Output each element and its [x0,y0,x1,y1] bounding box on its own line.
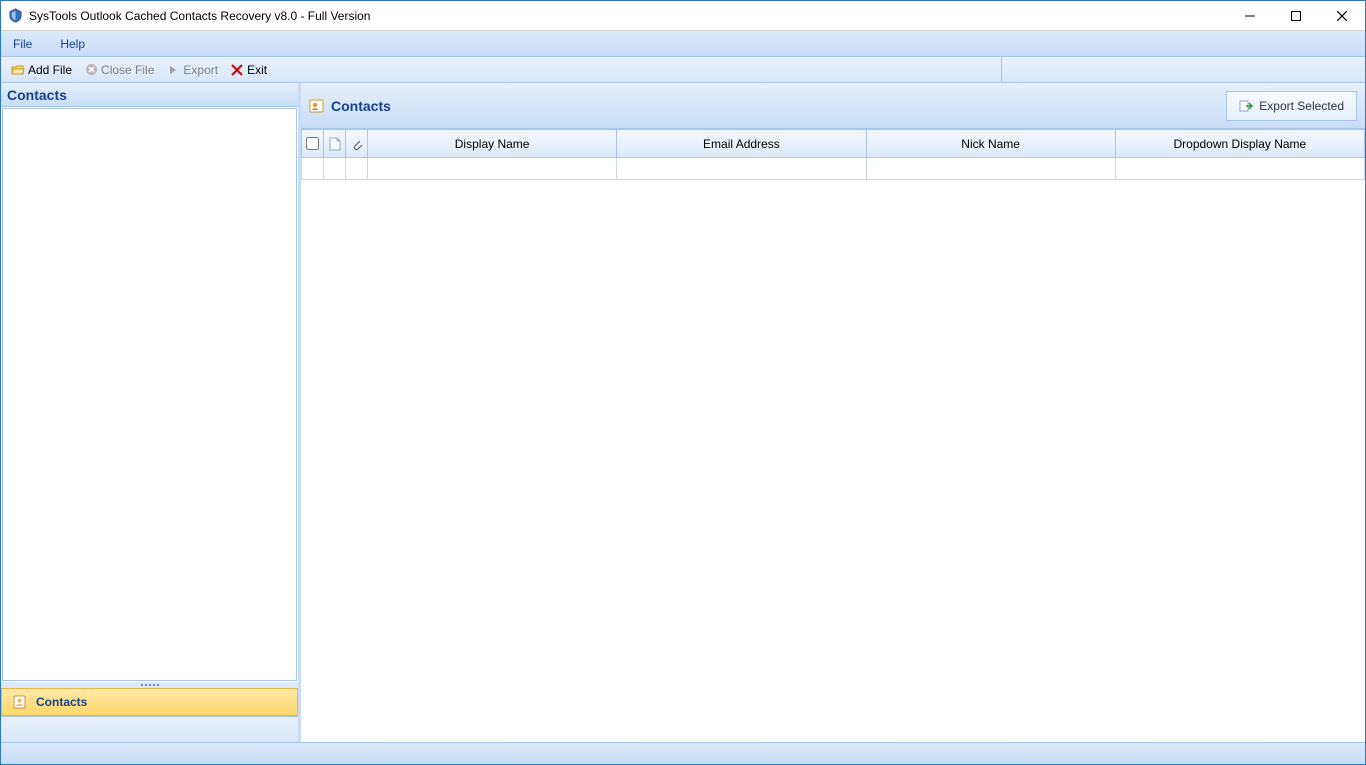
col-header-attachment-icon[interactable] [346,130,368,158]
col-header-type-icon[interactable] [324,130,346,158]
col-header-nick[interactable]: Nick Name [866,130,1115,158]
export-button: Export [160,61,224,79]
maximize-button[interactable] [1273,1,1319,31]
minimize-button[interactable] [1227,1,1273,31]
tree-view[interactable] [2,108,297,681]
menu-help[interactable]: Help [54,34,91,54]
col-header-checkbox[interactable] [302,130,324,158]
close-file-button: Close File [78,61,160,79]
close-file-icon [84,63,98,77]
content-title: Contacts [331,98,391,114]
table-row[interactable] [302,158,1365,180]
col-header-display-name[interactable]: Display Name [368,130,617,158]
add-file-label: Add File [28,63,72,77]
exit-button[interactable]: Exit [224,61,273,79]
window-title: SysTools Outlook Cached Contacts Recover… [29,9,370,23]
nav-contacts[interactable]: Contacts [1,688,298,716]
exit-icon [230,63,244,77]
app-window: SysTools Outlook Cached Contacts Recover… [0,0,1366,765]
export-selected-button[interactable]: Export Selected [1226,91,1357,121]
contacts-icon [12,694,28,710]
select-all-checkbox[interactable] [306,137,319,150]
export-selected-icon [1239,99,1253,113]
status-bar [1,742,1365,764]
export-selected-label: Export Selected [1259,99,1344,113]
menu-file[interactable]: File [7,34,38,54]
col-header-email[interactable]: Email Address [617,130,866,158]
app-icon [7,8,23,24]
folder-open-icon [11,63,25,77]
exit-label: Exit [247,63,267,77]
close-button[interactable] [1319,1,1365,31]
menu-bar: File Help [1,31,1365,57]
toolbar-right-pane [1001,57,1361,82]
table-header-row: Display Name Email Address Nick Name Dro… [302,130,1365,158]
main-area: Contacts Contacts Contacts [1,83,1365,742]
nav-contacts-label: Contacts [36,695,87,709]
grid: Display Name Email Address Nick Name Dro… [301,129,1365,742]
export-icon [166,63,180,77]
close-file-label: Close File [101,63,154,77]
contacts-table: Display Name Email Address Nick Name Dro… [301,129,1365,180]
export-label: Export [183,63,218,77]
col-header-dropdown[interactable]: Dropdown Display Name [1115,130,1364,158]
contact-card-icon [309,98,325,114]
left-panel-header: Contacts [1,83,298,107]
toolbar: Add File Close File Export Exit [1,57,1365,83]
right-panel: Contacts Export Selected [301,83,1365,742]
add-file-button[interactable]: Add File [5,61,78,79]
left-panel: Contacts Contacts [1,83,301,742]
nav-footer [1,716,298,742]
content-header: Contacts Export Selected [301,83,1365,129]
title-bar: SysTools Outlook Cached Contacts Recover… [1,1,1365,31]
grid-empty-area [301,180,1365,742]
